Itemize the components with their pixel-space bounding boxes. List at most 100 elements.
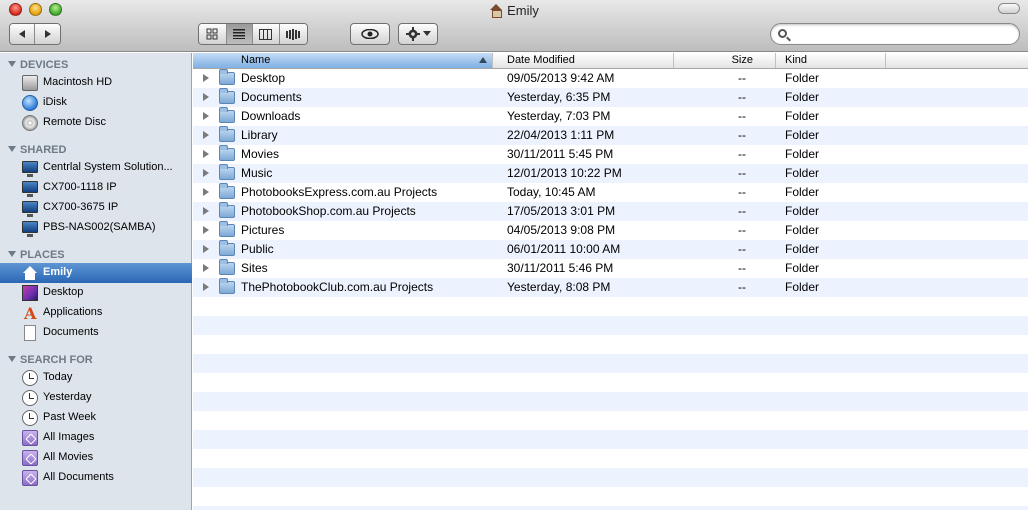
disclosure-triangle-icon[interactable] [203, 207, 209, 215]
column-header-size[interactable]: Size [674, 53, 776, 68]
sidebar-item-all-movies[interactable]: All Movies [0, 448, 192, 468]
sidebar-item-label: All Images [43, 431, 95, 443]
column-view-icon [259, 28, 273, 40]
disclosure-triangle-icon[interactable] [203, 112, 209, 120]
sidebar-item-shared-1[interactable]: CX700-1118 IP [0, 178, 192, 198]
table-row[interactable]: PhotobookShop.com.au Projects 17/05/2013 … [193, 202, 1028, 221]
table-row[interactable]: Pictures 04/05/2013 9:08 PM -- Folder [193, 221, 1028, 240]
sidebar-item-idisk[interactable]: iDisk [0, 93, 192, 113]
file-name: Sites [241, 261, 268, 275]
table-row[interactable]: Music 12/01/2013 10:22 PM -- Folder [193, 164, 1028, 183]
table-row[interactable]: PhotobooksExpress.com.au Projects Today, … [193, 183, 1028, 202]
document-icon [24, 325, 36, 341]
disclosure-triangle-icon[interactable] [203, 169, 209, 177]
table-row[interactable]: Sites 30/11/2011 5:46 PM -- Folder [193, 259, 1028, 278]
file-name: Movies [241, 147, 280, 161]
file-size: -- [738, 261, 746, 275]
sidebar-section-places[interactable]: PLACES [0, 246, 192, 264]
sidebar-item-yesterday[interactable]: Yesterday [0, 388, 192, 408]
date-modified: 06/01/2011 10:00 AM [507, 242, 621, 256]
disclosure-triangle-icon[interactable] [203, 150, 209, 158]
home-icon [22, 265, 38, 281]
empty-row [193, 468, 1028, 487]
sidebar-item-label: All Movies [43, 451, 94, 463]
file-name: Pictures [241, 223, 285, 237]
empty-row [193, 316, 1028, 335]
chevron-down-icon [422, 31, 431, 36]
sidebar-item-applications[interactable]: Applications [0, 303, 192, 323]
home-icon [489, 4, 503, 18]
file-name: Music [241, 166, 273, 180]
disclosure-triangle-icon[interactable] [203, 245, 209, 253]
sidebar-item-shared-2[interactable]: CX700-3675 IP [0, 198, 192, 218]
monitor-icon [22, 181, 38, 197]
disclosure-triangle-icon[interactable] [203, 283, 209, 291]
disclosure-triangle-icon[interactable] [203, 93, 209, 101]
window-title: Emily [0, 3, 1028, 18]
icon-view-button[interactable] [199, 24, 227, 44]
hard-drive-icon [22, 75, 38, 91]
disclosure-triangle-icon[interactable] [203, 226, 209, 234]
sidebar-item-past-week[interactable]: Past Week [0, 408, 192, 428]
search-input[interactable] [793, 27, 1013, 42]
quick-look-button[interactable] [350, 23, 390, 45]
table-row[interactable]: ThePhotobookClub.com.au Projects Yesterda… [193, 278, 1028, 297]
sidebar-item-label: All Documents [43, 471, 114, 483]
toolbar-toggle-button[interactable] [998, 3, 1020, 14]
sidebar-section-search-for[interactable]: SEARCH FOR [0, 351, 192, 369]
folder-icon [219, 164, 235, 180]
date-modified: Yesterday, 8:08 PM [507, 280, 611, 294]
section-header: SEARCH FOR [20, 354, 93, 366]
action-menu-button[interactable] [398, 23, 438, 45]
sidebar-item-label: PBS-NAS002(SAMBA) [43, 221, 156, 233]
folder-icon [219, 69, 235, 85]
empty-row [193, 335, 1028, 354]
empty-row [193, 354, 1028, 373]
sidebar: DEVICES Macintosh HD iDisk Remote Disc S… [0, 53, 192, 510]
sidebar-item-shared-0[interactable]: Centrlal System Solution... [0, 158, 192, 178]
sidebar-item-all-images[interactable]: All Images [0, 428, 192, 448]
search-field[interactable] [770, 23, 1020, 45]
forward-button[interactable] [35, 24, 60, 44]
column-view-button[interactable] [253, 24, 280, 44]
back-button[interactable] [10, 24, 36, 44]
disc-icon [22, 115, 38, 131]
sidebar-item-desktop[interactable]: Desktop [0, 283, 192, 303]
column-header-date[interactable]: Date Modified [493, 53, 674, 68]
list-header: Name Date Modified Size Kind [193, 53, 1028, 69]
clock-icon [22, 390, 38, 406]
disclosure-triangle-icon[interactable] [203, 264, 209, 272]
window-toolbar: Emily [0, 0, 1028, 52]
sidebar-item-emily[interactable]: Emily [0, 263, 192, 283]
table-row[interactable]: Desktop 09/05/2013 9:42 AM -- Folder [193, 69, 1028, 88]
file-kind: Folder [785, 128, 820, 142]
column-header-name[interactable]: Name [193, 53, 493, 68]
table-row[interactable]: Downloads Yesterday, 7:03 PM -- Folder [193, 107, 1028, 126]
file-size: -- [738, 147, 746, 161]
table-row[interactable]: Library 22/04/2013 1:11 PM -- Folder [193, 126, 1028, 145]
disclosure-triangle-icon[interactable] [203, 188, 209, 196]
file-kind: Folder [785, 166, 820, 180]
sidebar-item-macintosh-hd[interactable]: Macintosh HD [0, 73, 192, 93]
sidebar-section-devices[interactable]: DEVICES [0, 56, 192, 74]
table-row[interactable]: Movies 30/11/2011 5:45 PM -- Folder [193, 145, 1028, 164]
eye-icon [361, 29, 379, 39]
column-header-kind[interactable]: Kind [776, 53, 886, 68]
disclosure-triangle-icon[interactable] [203, 74, 209, 82]
chevron-right-icon [44, 30, 51, 38]
sidebar-item-documents[interactable]: Documents [0, 323, 192, 343]
list-view-button[interactable] [226, 24, 254, 44]
table-row[interactable]: Documents Yesterday, 6:35 PM -- Folder [193, 88, 1028, 107]
table-row[interactable]: Public 06/01/2011 10:00 AM -- Folder [193, 240, 1028, 259]
coverflow-view-button[interactable] [279, 24, 307, 44]
section-header: SHARED [20, 144, 67, 156]
sidebar-item-remote-disc[interactable]: Remote Disc [0, 113, 192, 133]
disclosure-triangle-icon[interactable] [203, 131, 209, 139]
sidebar-item-all-documents[interactable]: All Documents [0, 468, 192, 488]
sidebar-item-label: iDisk [43, 96, 67, 108]
sidebar-section-shared[interactable]: SHARED [0, 141, 192, 159]
empty-row [193, 411, 1028, 430]
applications-icon [22, 304, 38, 323]
sidebar-item-shared-3[interactable]: PBS-NAS002(SAMBA) [0, 218, 192, 238]
sidebar-item-today[interactable]: Today [0, 368, 192, 388]
